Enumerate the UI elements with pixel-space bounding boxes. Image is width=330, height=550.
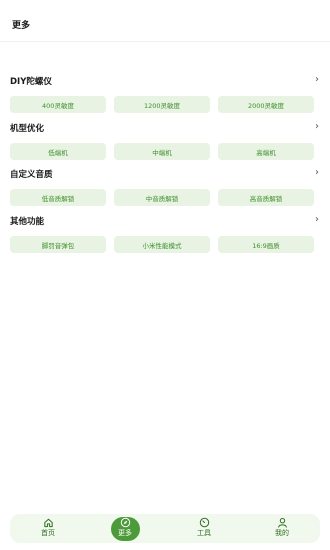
low-sound-unlock-button[interactable]: 低音质解锁 xyxy=(10,189,106,206)
aspect-ratio-button[interactable]: 16:9画质 xyxy=(218,236,314,253)
section-device-optimization: 机型优化 › 低端机 中端机 高端机 xyxy=(0,121,330,160)
section-title: DIY陀螺仪 xyxy=(10,77,52,87)
sensitivity-2000-button[interactable]: 2000灵敏度 xyxy=(218,96,314,113)
mid-sound-unlock-button[interactable]: 中音质解锁 xyxy=(114,189,210,206)
chevron-right-icon[interactable]: › xyxy=(315,121,319,132)
section-title: 自定义音质 xyxy=(10,170,53,180)
tab-more[interactable]: 更多 xyxy=(100,514,150,543)
compass-icon xyxy=(120,517,130,528)
tab-home[interactable]: 首页 xyxy=(23,514,73,543)
section-diy-gyroscope: DIY陀螺仪 › 400灵敏度 1200灵敏度 2000灵敏度 xyxy=(0,74,330,113)
home-icon xyxy=(43,518,53,528)
chevron-right-icon[interactable]: › xyxy=(315,167,319,178)
chevron-right-icon[interactable]: › xyxy=(315,214,319,225)
top-header: 更多 xyxy=(0,0,330,42)
page-title: 更多 xyxy=(12,21,31,31)
low-end-device-button[interactable]: 低端机 xyxy=(10,143,106,160)
sound-pack-button[interactable]: 脚罚音弹包 xyxy=(10,236,106,253)
mid-end-device-button[interactable]: 中端机 xyxy=(114,143,210,160)
section-title: 机型优化 xyxy=(10,124,45,134)
sensitivity-400-button[interactable]: 400灵敏度 xyxy=(10,96,106,113)
tab-label: 首页 xyxy=(41,529,55,537)
high-sound-unlock-button[interactable]: 高音质解锁 xyxy=(218,189,314,206)
tab-label: 更多 xyxy=(118,529,132,537)
tab-tools[interactable]: 工具 xyxy=(179,514,229,543)
chevron-right-icon[interactable]: › xyxy=(315,74,319,85)
xiaomi-performance-button[interactable]: 小米性能模式 xyxy=(114,236,210,253)
user-icon xyxy=(277,517,287,528)
high-end-device-button[interactable]: 高端机 xyxy=(218,143,314,160)
section-title: 其他功能 xyxy=(10,217,45,227)
tab-profile[interactable]: 我的 xyxy=(257,514,307,543)
tab-label: 工具 xyxy=(197,529,211,537)
section-custom-sound: 自定义音质 › 低音质解锁 中音质解锁 高音质解锁 xyxy=(0,167,330,206)
gauge-icon xyxy=(199,517,209,528)
sensitivity-1200-button[interactable]: 1200灵敏度 xyxy=(114,96,210,113)
section-other-features: 其他功能 › 脚罚音弹包 小米性能模式 16:9画质 xyxy=(0,214,330,253)
tab-label: 我的 xyxy=(275,529,289,537)
